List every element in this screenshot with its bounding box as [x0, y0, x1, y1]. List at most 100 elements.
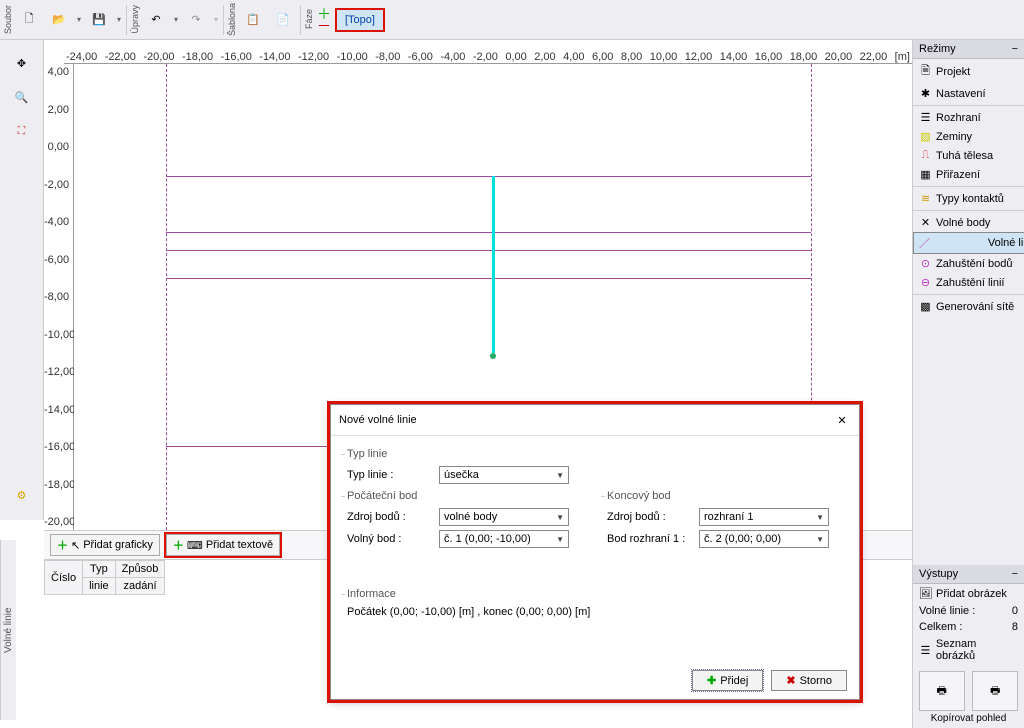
- pointer-icon: ↖: [71, 539, 80, 552]
- section-line-type: Typ linie: [347, 448, 843, 460]
- col-number[interactable]: Číslo: [45, 561, 83, 595]
- start-point-select[interactable]: č. 1 (0,00; -10,00)▼: [439, 530, 569, 548]
- page-icon: 🗋: [25, 10, 34, 29]
- minimize-icon[interactable]: −: [1012, 568, 1018, 580]
- zoom-tool[interactable]: 🔍: [5, 82, 39, 112]
- mode-interface[interactable]: ☰Rozhraní: [913, 108, 1024, 127]
- line-icon: ／: [918, 235, 931, 251]
- plus-icon: ＋: [57, 537, 68, 553]
- template-paste-button[interactable]: 📄: [269, 6, 297, 34]
- mode-mesh[interactable]: ▩Generování sítě: [913, 297, 1024, 316]
- project-icon: 🗎: [919, 62, 932, 81]
- interface-line: [166, 278, 811, 279]
- chevron-down-icon: ▼: [556, 535, 564, 544]
- mode-free-lines[interactable]: ／Volné linie: [913, 232, 1024, 254]
- left-toolbar: ✥ 🔍 ⛶ ⚙: [0, 40, 44, 520]
- phase-topo-button[interactable]: [Topo]: [335, 8, 385, 32]
- print-color-button[interactable]: 🖶: [972, 671, 1018, 711]
- add-by-text-button[interactable]: ＋⌨Přidat textově: [166, 534, 280, 556]
- mode-assign[interactable]: ▦Přiřazení: [913, 165, 1024, 184]
- contact-icon: ≋: [919, 192, 932, 205]
- interface-line: [166, 250, 811, 251]
- start-source-select[interactable]: volné body▼: [439, 508, 569, 526]
- end-source-label: Zdroj bodů :: [607, 511, 691, 523]
- close-icon: ✕: [837, 415, 846, 427]
- dialog-title: Nové volné linie: [339, 414, 417, 426]
- chevron-down-icon: ▼: [816, 513, 824, 522]
- open-file-button[interactable]: 📂: [45, 6, 73, 34]
- outputs-panel: Výstupy− 🖼Přidat obrázek Volné linie :0 …: [913, 565, 1024, 728]
- chevron-down-icon: ▼: [556, 471, 564, 480]
- mode-refine-lines[interactable]: ⊖Zahuštění linií: [913, 273, 1024, 292]
- keyboard-icon: ⌨: [187, 539, 203, 552]
- model-bound-left: [166, 64, 167, 530]
- end-source-select[interactable]: rozhraní 1▼: [699, 508, 829, 526]
- mesh-icon: ▩: [919, 300, 932, 313]
- undo-icon: ↶: [151, 13, 160, 26]
- move-icon: ✥: [17, 57, 26, 70]
- ruler-unit: [m]: [895, 51, 910, 63]
- toolbar-group-edit: Úpravy: [129, 3, 141, 36]
- view-settings-button[interactable]: ⚙: [5, 480, 39, 510]
- list-icon: ☰: [919, 644, 932, 657]
- add-graphically-button[interactable]: ＋↖Přidat graficky: [50, 534, 160, 556]
- dialog-add-button[interactable]: ✚Přidej: [692, 670, 763, 691]
- pan-tool[interactable]: ✥: [5, 48, 39, 78]
- dialog-close-button[interactable]: ✕: [833, 411, 851, 429]
- out-total-label: Celkem :: [919, 621, 962, 633]
- folder-open-icon: 📂: [52, 13, 66, 26]
- minimize-icon[interactable]: −: [1012, 43, 1018, 55]
- section-info: Informace: [347, 588, 843, 600]
- phase-remove-button[interactable]: －: [317, 20, 331, 32]
- mode-settings[interactable]: ✱Nastavení: [913, 84, 1024, 103]
- section-end-point: Koncový bod: [607, 490, 843, 502]
- modes-header: Režimy−: [913, 40, 1024, 59]
- section-start-point: Počáteční bod: [347, 490, 583, 502]
- horizontal-ruler: -24,00-22,00-20,00-18,00-16,00-14,00-12,…: [64, 40, 912, 64]
- main-toolbar: Soubor 🗋 📂▾ 💾▾ Úpravy ↶▾ ↷▾ Šablona 📋 📄 …: [0, 0, 1024, 40]
- start-point-label: Volný bod :: [347, 533, 431, 545]
- mode-refine-points[interactable]: ⊙Zahuštění bodů: [913, 254, 1024, 273]
- refine-ln-icon: ⊖: [919, 276, 932, 289]
- mode-soils[interactable]: ▧Zeminy: [913, 127, 1024, 146]
- mode-project[interactable]: 🗎Projekt: [913, 59, 1024, 84]
- copy-icon: 📋: [246, 13, 260, 26]
- add-picture-button[interactable]: 🖼Přidat obrázek: [913, 584, 1024, 603]
- open-dropdown[interactable]: ▾: [74, 15, 84, 24]
- free-line-preview: [492, 176, 495, 353]
- fit-view-tool[interactable]: ⛶: [5, 116, 39, 146]
- mode-contacts[interactable]: ≋Typy kontaktů: [913, 189, 1024, 208]
- add-pic-icon: 🖼: [919, 587, 932, 600]
- line-type-select[interactable]: úsečka▼: [439, 466, 569, 484]
- line-type-label: Typ linie :: [347, 469, 431, 481]
- dialog-cancel-button[interactable]: ✖Storno: [771, 670, 847, 691]
- toolbar-group-template: Šablona: [226, 1, 238, 38]
- gear-icon: ✱: [919, 87, 932, 100]
- mode-rigid[interactable]: ⎍Tuhá tělesa: [913, 146, 1024, 165]
- print-button[interactable]: 🖶: [919, 671, 965, 711]
- redo-button[interactable]: ↷: [182, 6, 210, 34]
- end-point-select[interactable]: č. 2 (0,00; 0,00)▼: [699, 530, 829, 548]
- save-dropdown[interactable]: ▾: [114, 15, 124, 24]
- refine-pt-icon: ⊙: [919, 257, 932, 270]
- vertical-ruler: 4,002,000,00-2,00-4,00-6,00-8,00-10,00-1…: [44, 64, 74, 530]
- picture-list-button[interactable]: ☰Seznam obrázků: [913, 635, 1024, 665]
- out-freelines-label: Volné linie :: [919, 605, 975, 617]
- col-mode[interactable]: Způsob: [115, 561, 165, 578]
- redo-icon: ↷: [191, 13, 200, 26]
- save-icon: 💾: [92, 13, 106, 26]
- plus-icon: ＋: [173, 537, 184, 553]
- undo-dropdown[interactable]: ▾: [171, 15, 181, 24]
- plus-icon: ✚: [707, 674, 716, 687]
- copy-view-label: Kopírovat pohled: [913, 713, 1024, 728]
- template-copy-button[interactable]: 📋: [239, 6, 267, 34]
- col-type[interactable]: Typ: [83, 561, 116, 578]
- redo-dropdown[interactable]: ▾: [211, 15, 221, 24]
- interface-line: [166, 176, 811, 177]
- cancel-icon: ✖: [786, 674, 795, 687]
- new-file-button[interactable]: 🗋: [15, 6, 43, 34]
- save-file-button[interactable]: 💾: [85, 6, 113, 34]
- layers-icon: ☰: [919, 111, 932, 124]
- undo-button[interactable]: ↶: [142, 6, 170, 34]
- mode-free-points[interactable]: ✕Volné body: [913, 213, 1024, 232]
